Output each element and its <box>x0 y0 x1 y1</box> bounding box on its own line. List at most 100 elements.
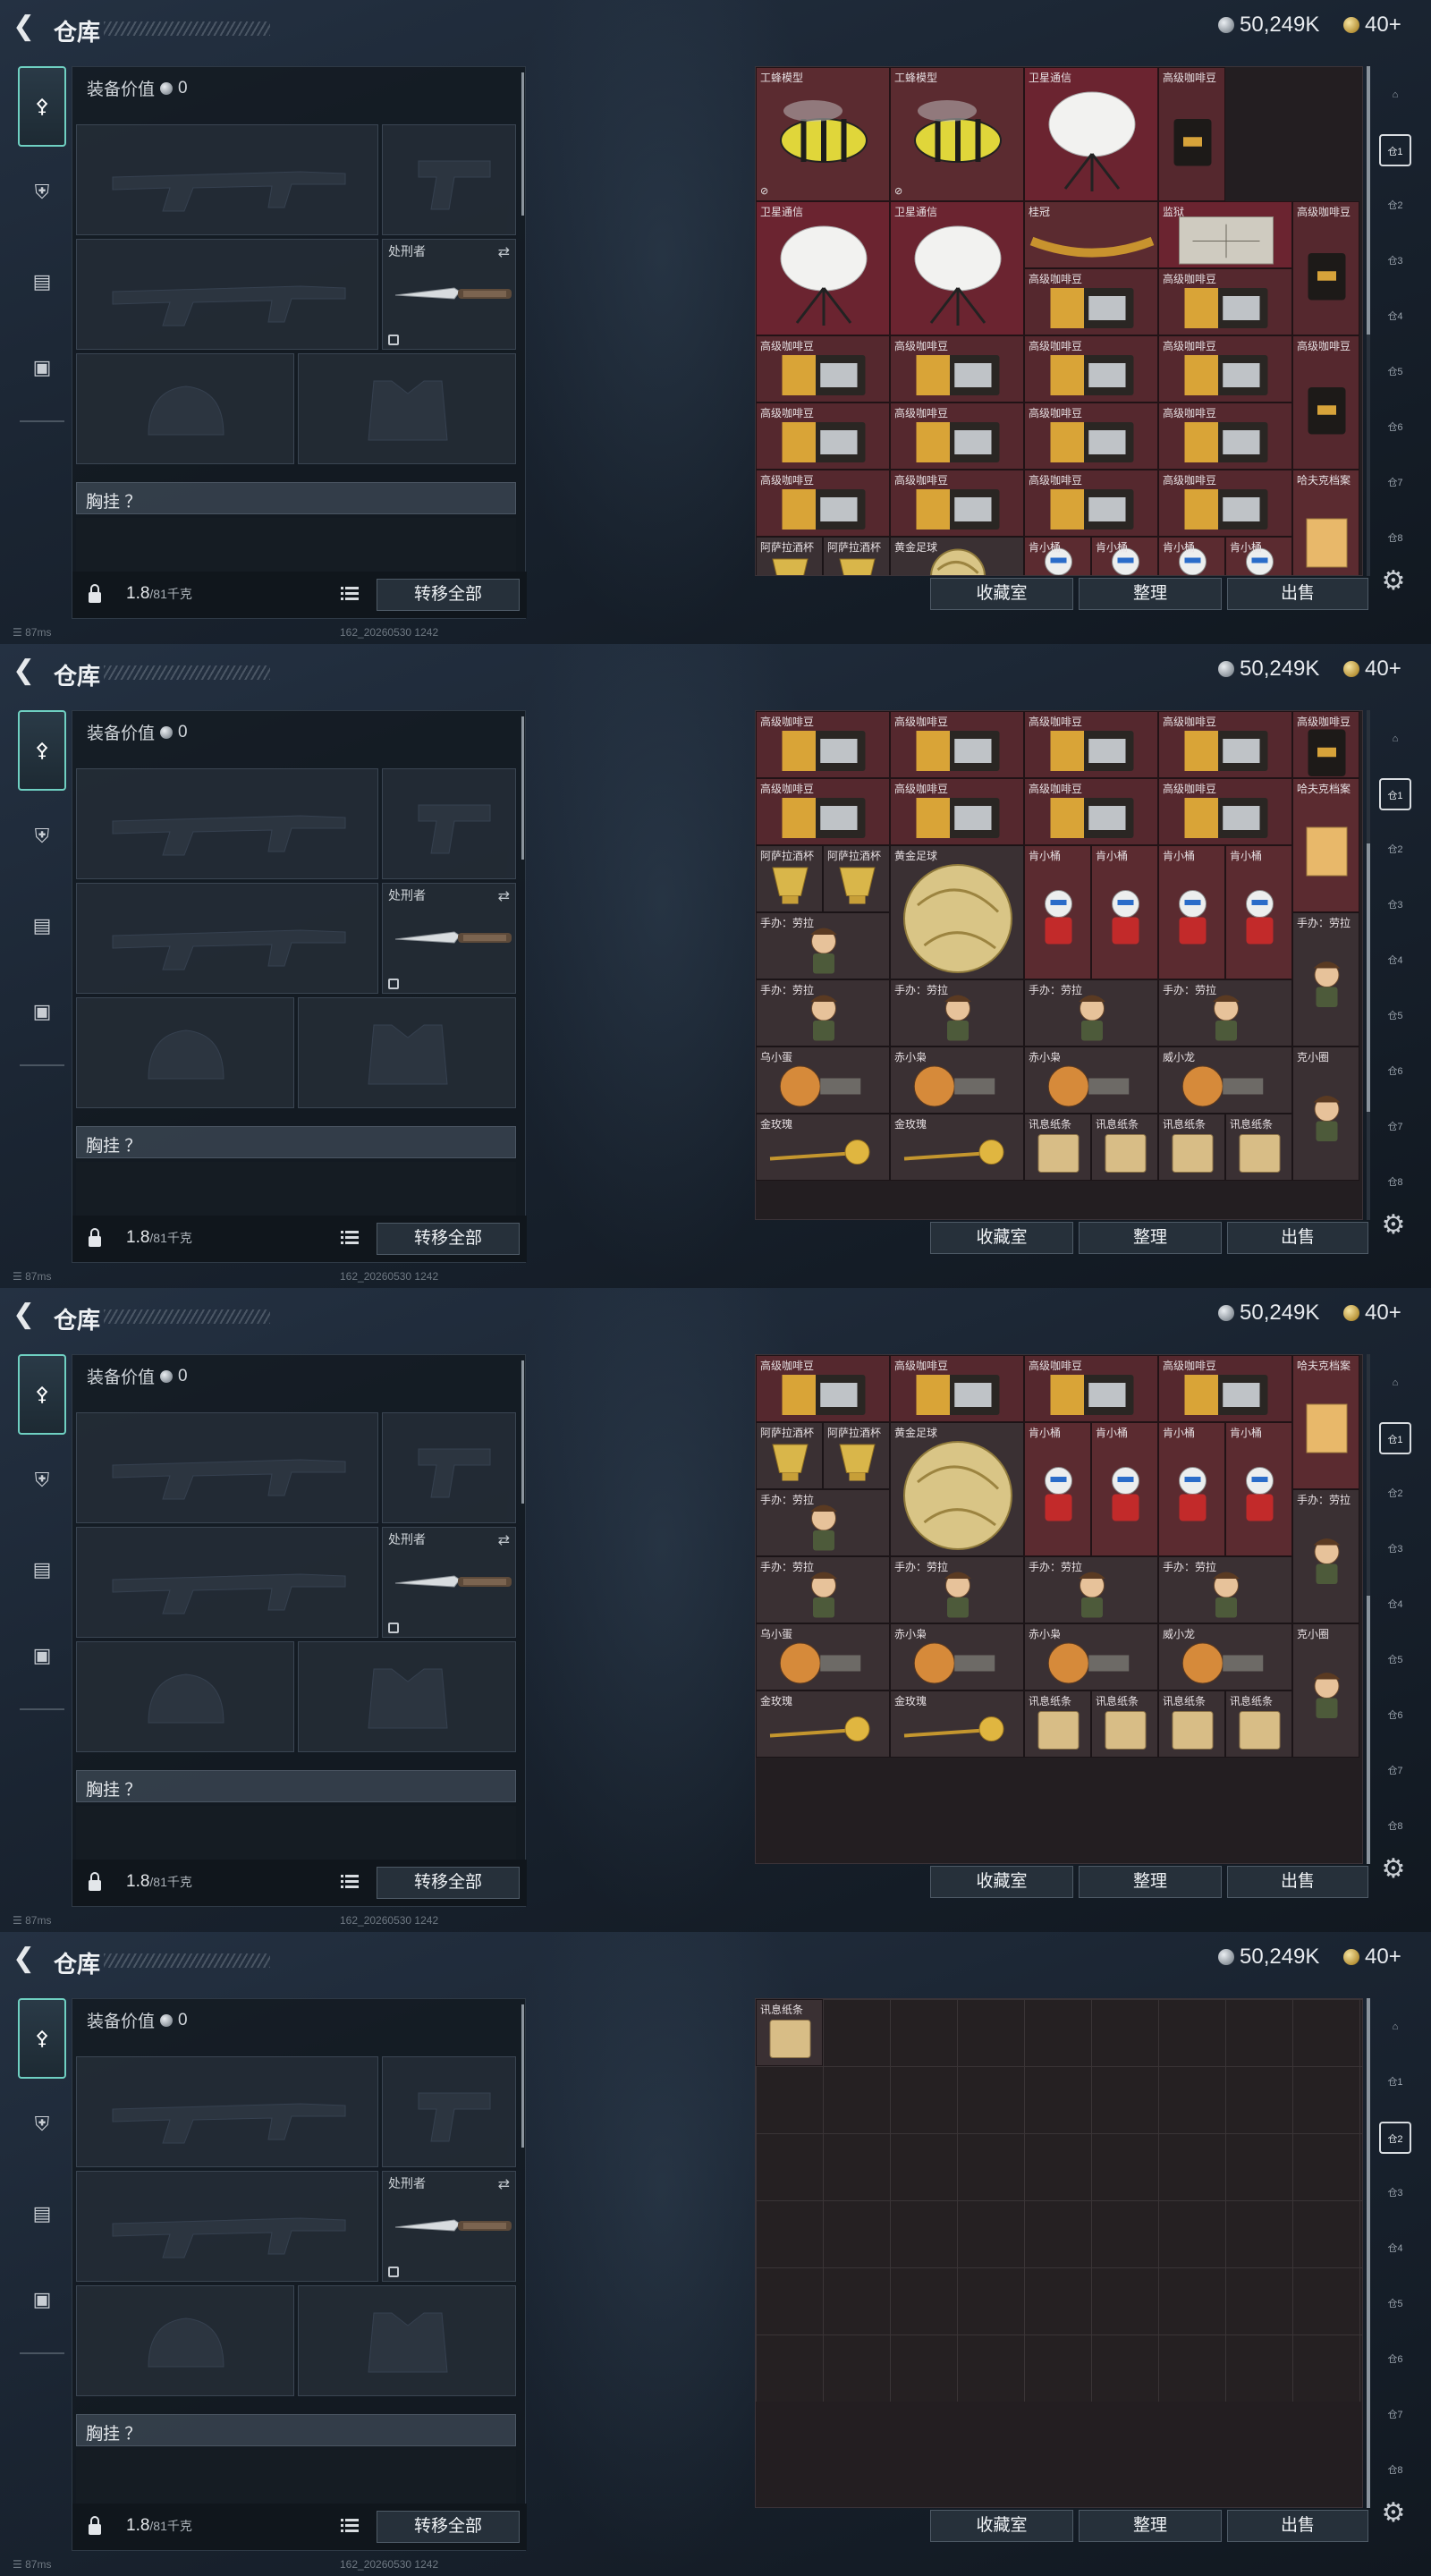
stash-item[interactable]: 阿萨拉酒杯 <box>756 1422 823 1489</box>
stash-item[interactable]: 黄金足球 <box>890 537 1024 575</box>
list-icon[interactable] <box>341 1874 359 1890</box>
stash-item[interactable]: 高级咖啡豆 <box>756 470 890 537</box>
stash-item[interactable]: 肯小桶 <box>1158 537 1225 575</box>
sell-button[interactable]: 出售 <box>1227 1866 1368 1898</box>
stash-6-icon[interactable]: 仓6 <box>1379 411 1411 444</box>
weapon-tab[interactable]: ⚴ <box>18 66 66 147</box>
stash-6-icon[interactable]: 仓6 <box>1379 1055 1411 1088</box>
stash-5-icon[interactable]: 仓5 <box>1379 356 1411 388</box>
secondary-weapon-slot[interactable] <box>76 883 378 994</box>
stash-item[interactable]: 威小龙 <box>1158 1046 1292 1114</box>
stash-item[interactable]: 高级咖啡豆 <box>756 1355 890 1422</box>
primary-weapon-slot[interactable] <box>76 1412 378 1523</box>
home-icon[interactable]: ⌂ <box>1379 1367 1411 1399</box>
stash-item[interactable]: 高级咖啡豆 <box>890 1355 1024 1422</box>
stash-item[interactable]: 哈夫克档案 <box>1292 470 1359 575</box>
home-icon[interactable]: ⌂ <box>1379 2011 1411 2043</box>
stash-item[interactable]: 金玫瑰 <box>890 1114 1024 1181</box>
collection-room-button[interactable]: 收藏室 <box>930 2510 1073 2542</box>
case-tab[interactable]: ▣ <box>18 1615 66 1696</box>
stash-item[interactable]: 讯息纸条 <box>1024 1690 1091 1758</box>
stash-item[interactable]: 高级咖啡豆 <box>1292 201 1359 335</box>
stash-4-icon[interactable]: 仓4 <box>1379 2233 1411 2265</box>
stash-item[interactable]: 肯小桶 <box>1091 537 1158 575</box>
equipment-scrollbar[interactable] <box>521 716 524 860</box>
stash-item[interactable]: 阿萨拉酒杯 <box>823 845 890 912</box>
sort-button[interactable]: 整理 <box>1079 1222 1222 1254</box>
sell-button[interactable]: 出售 <box>1227 1222 1368 1254</box>
transfer-all-button[interactable]: 转移全部 <box>377 1223 520 1255</box>
helmet-slot[interactable] <box>76 353 294 464</box>
stash-item[interactable]: 金玫瑰 <box>756 1690 890 1758</box>
stash-8-icon[interactable]: 仓8 <box>1379 2454 1411 2487</box>
armor-tab[interactable]: ⛨ <box>18 2084 66 2165</box>
stash-item[interactable]: 克小圈 <box>1292 1623 1359 1758</box>
stash-item[interactable]: 手办：劳拉 <box>1292 912 1359 1046</box>
gear-icon[interactable]: ⚙ <box>1377 1853 1410 1885</box>
stash-scroll-thumb[interactable] <box>1367 1596 1370 1864</box>
stash-item[interactable]: 工蜂模型 ⊘ <box>890 67 1024 201</box>
swap-icon[interactable]: ⇄ <box>498 2175 510 2193</box>
back-button[interactable]: ❮ <box>13 13 39 41</box>
stash-item[interactable]: 肯小桶 <box>1158 845 1225 979</box>
home-icon[interactable]: ⌂ <box>1379 79 1411 111</box>
case-tab[interactable]: ▣ <box>18 971 66 1052</box>
stash-item[interactable]: 讯息纸条 <box>1024 1114 1091 1181</box>
list-icon[interactable] <box>341 586 359 602</box>
swap-icon[interactable]: ⇄ <box>498 243 510 261</box>
stash-scrollbar[interactable] <box>1367 1998 1370 2508</box>
stash-item[interactable]: 高级咖啡豆 <box>890 778 1024 845</box>
stash-item[interactable]: 手办：劳拉 <box>1292 1489 1359 1623</box>
stash-2-icon[interactable]: 仓2 <box>1379 2122 1411 2154</box>
backpack-tab[interactable]: ▤ <box>18 242 66 322</box>
backpack-tab[interactable]: ▤ <box>18 2174 66 2254</box>
collection-room-button[interactable]: 收藏室 <box>930 578 1073 610</box>
collection-room-button[interactable]: 收藏室 <box>930 1222 1073 1254</box>
stash-6-icon[interactable]: 仓6 <box>1379 2343 1411 2376</box>
armor-tab[interactable]: ⛨ <box>18 152 66 233</box>
stash-item[interactable]: 克小圈 <box>1292 1046 1359 1181</box>
stash-item[interactable]: 讯息纸条 <box>756 1999 823 2066</box>
stash-item[interactable]: 高级咖啡豆 <box>1024 1355 1158 1422</box>
stash-item[interactable]: 手办：劳拉 <box>756 1489 890 1556</box>
stash-scroll-thumb[interactable] <box>1367 66 1370 335</box>
stash-item[interactable]: 工蜂模型 ⊘ <box>756 67 890 201</box>
stash-item[interactable]: 高级咖啡豆 <box>1158 402 1292 470</box>
pistol-slot[interactable] <box>382 1412 516 1523</box>
home-icon[interactable]: ⌂ <box>1379 723 1411 755</box>
stash-item[interactable]: 手办：劳拉 <box>756 912 890 979</box>
stash-4-icon[interactable]: 仓4 <box>1379 1589 1411 1621</box>
gear-icon[interactable]: ⚙ <box>1377 565 1410 597</box>
gear-icon[interactable]: ⚙ <box>1377 2497 1410 2529</box>
stash-item[interactable]: 肯小桶 <box>1024 537 1091 575</box>
stash-item[interactable]: 桂冠 <box>1024 201 1158 268</box>
stash-3-icon[interactable]: 仓3 <box>1379 1533 1411 1565</box>
stash-item[interactable]: 赤小枭 <box>890 1623 1024 1690</box>
swap-icon[interactable]: ⇄ <box>498 1531 510 1549</box>
sell-button[interactable]: 出售 <box>1227 578 1368 610</box>
stash-scrollbar[interactable] <box>1367 1354 1370 1864</box>
armor-slot[interactable] <box>298 353 516 464</box>
stash-item[interactable]: 高级咖啡豆 <box>1292 711 1359 778</box>
stash-item[interactable]: 手办：劳拉 <box>1024 1556 1158 1623</box>
stash-5-icon[interactable]: 仓5 <box>1379 1644 1411 1676</box>
equipment-scrollbar[interactable] <box>521 2004 524 2148</box>
case-tab[interactable]: ▣ <box>18 2259 66 2340</box>
stash-item[interactable]: 肯小桶 <box>1024 845 1091 979</box>
stash-item[interactable]: 高级咖啡豆 <box>890 335 1024 402</box>
secondary-weapon-slot[interactable] <box>76 1527 378 1638</box>
stash-item[interactable]: 高级咖啡豆 <box>756 778 890 845</box>
stash-item[interactable]: 乌小蛋 <box>756 1623 890 1690</box>
helmet-slot[interactable] <box>76 2285 294 2396</box>
stash-item[interactable]: 讯息纸条 <box>1091 1114 1158 1181</box>
stash-item[interactable]: 高级咖啡豆 <box>1024 268 1158 335</box>
primary-weapon-slot[interactable] <box>76 2056 378 2167</box>
stash-scroll-thumb[interactable] <box>1367 1998 1370 2508</box>
stash-5-icon[interactable]: 仓5 <box>1379 2288 1411 2320</box>
stash-item[interactable]: 赤小枭 <box>1024 1046 1158 1114</box>
chest-rig-slot[interactable]: 胸挂 ？ <box>76 1770 516 1802</box>
transfer-all-button[interactable]: 转移全部 <box>377 1867 520 1899</box>
stash-scrollbar[interactable] <box>1367 710 1370 1220</box>
chest-rig-slot[interactable]: 胸挂 ？ <box>76 2414 516 2446</box>
stash-item[interactable]: 手办：劳拉 <box>756 979 890 1046</box>
